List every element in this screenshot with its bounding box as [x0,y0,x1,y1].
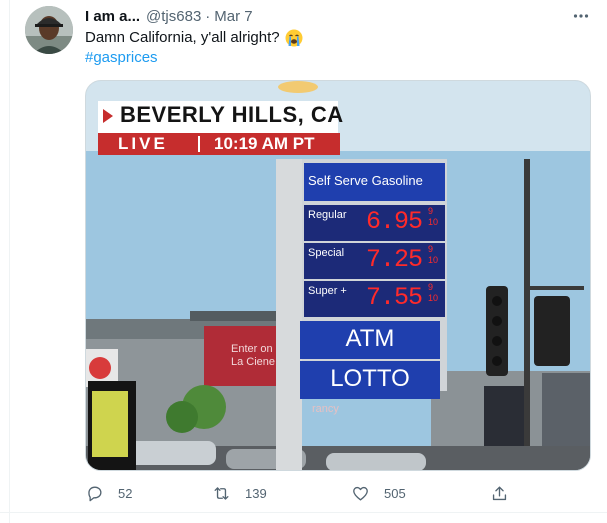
tweet-date[interactable]: Mar 7 [214,8,252,25]
more-icon[interactable] [569,4,593,28]
tenths-regular-top: 9 [428,206,434,216]
storefront-partial: rancy [312,403,339,415]
grade-regular: Regular [308,209,347,221]
tweet-header: I am a... @tjs683 · Mar 7 [85,6,253,26]
like-count: 505 [384,485,406,501]
reply-count: 52 [118,485,133,501]
price-super: 7.55 [366,283,423,312]
reply-button[interactable]: 52 [85,482,132,504]
tenths-regular-bottom: 10 [428,217,439,227]
share-button[interactable] [490,482,509,504]
grade-super: Super + [308,285,347,297]
storefront-sign: Enter on La Ciene [231,343,275,369]
retweet-icon [214,486,229,500]
price-regular: 6.95 [366,207,423,236]
grade-special: Special [308,247,345,259]
avatar[interactable] [25,6,73,54]
tenths-super-bottom: 10 [428,293,439,303]
sign-header: Self Serve Gasoline [308,173,423,188]
price-special: 7.25 [366,245,423,274]
tenths-special-bottom: 10 [428,255,439,265]
like-button[interactable]: 505 [351,482,406,504]
share-icon [492,485,507,500]
like-icon [353,486,368,501]
storefront-line-1: Enter on [231,343,273,355]
tweet[interactable]: I am a... @tjs683 · Mar 7 Damn Californi… [0,0,607,512]
reply-icon [88,485,102,501]
retweet-button[interactable]: 139 [212,482,267,504]
tweet-text: Damn California, y'all alright? [85,28,303,48]
action-bar: 52 139 505 [85,482,591,504]
tweet-photo[interactable]: BEVERLY HILLS, CA LIVE 10:19 AM PT Self … [85,80,591,471]
tenths-super-top: 9 [428,282,434,292]
lotto-label: LOTTO [330,365,410,392]
tweet-divider [0,512,607,513]
tenths-regular: 9 10 [428,206,438,228]
time-label: 10:19 AM PT [214,134,315,153]
separator-dot: · [205,7,211,25]
tenths-special-top: 9 [428,244,434,254]
hashtag-link[interactable]: #gasprices [85,48,158,68]
atm-label: ATM [345,325,395,352]
storefront-line-2: La Ciene [231,356,276,368]
crying-face-emoji [285,29,303,47]
location-banner: BEVERLY HILLS, CA [120,102,344,127]
tenths-special: 9 10 [428,244,438,266]
tweet-text-body: Damn California, y'all alright? [85,29,280,46]
live-label: LIVE [118,134,168,153]
retweet-count: 139 [245,485,267,501]
user-handle[interactable]: @tjs683 [146,8,201,25]
tenths-super: 9 10 [428,282,438,304]
display-name[interactable]: I am a... [85,8,140,25]
